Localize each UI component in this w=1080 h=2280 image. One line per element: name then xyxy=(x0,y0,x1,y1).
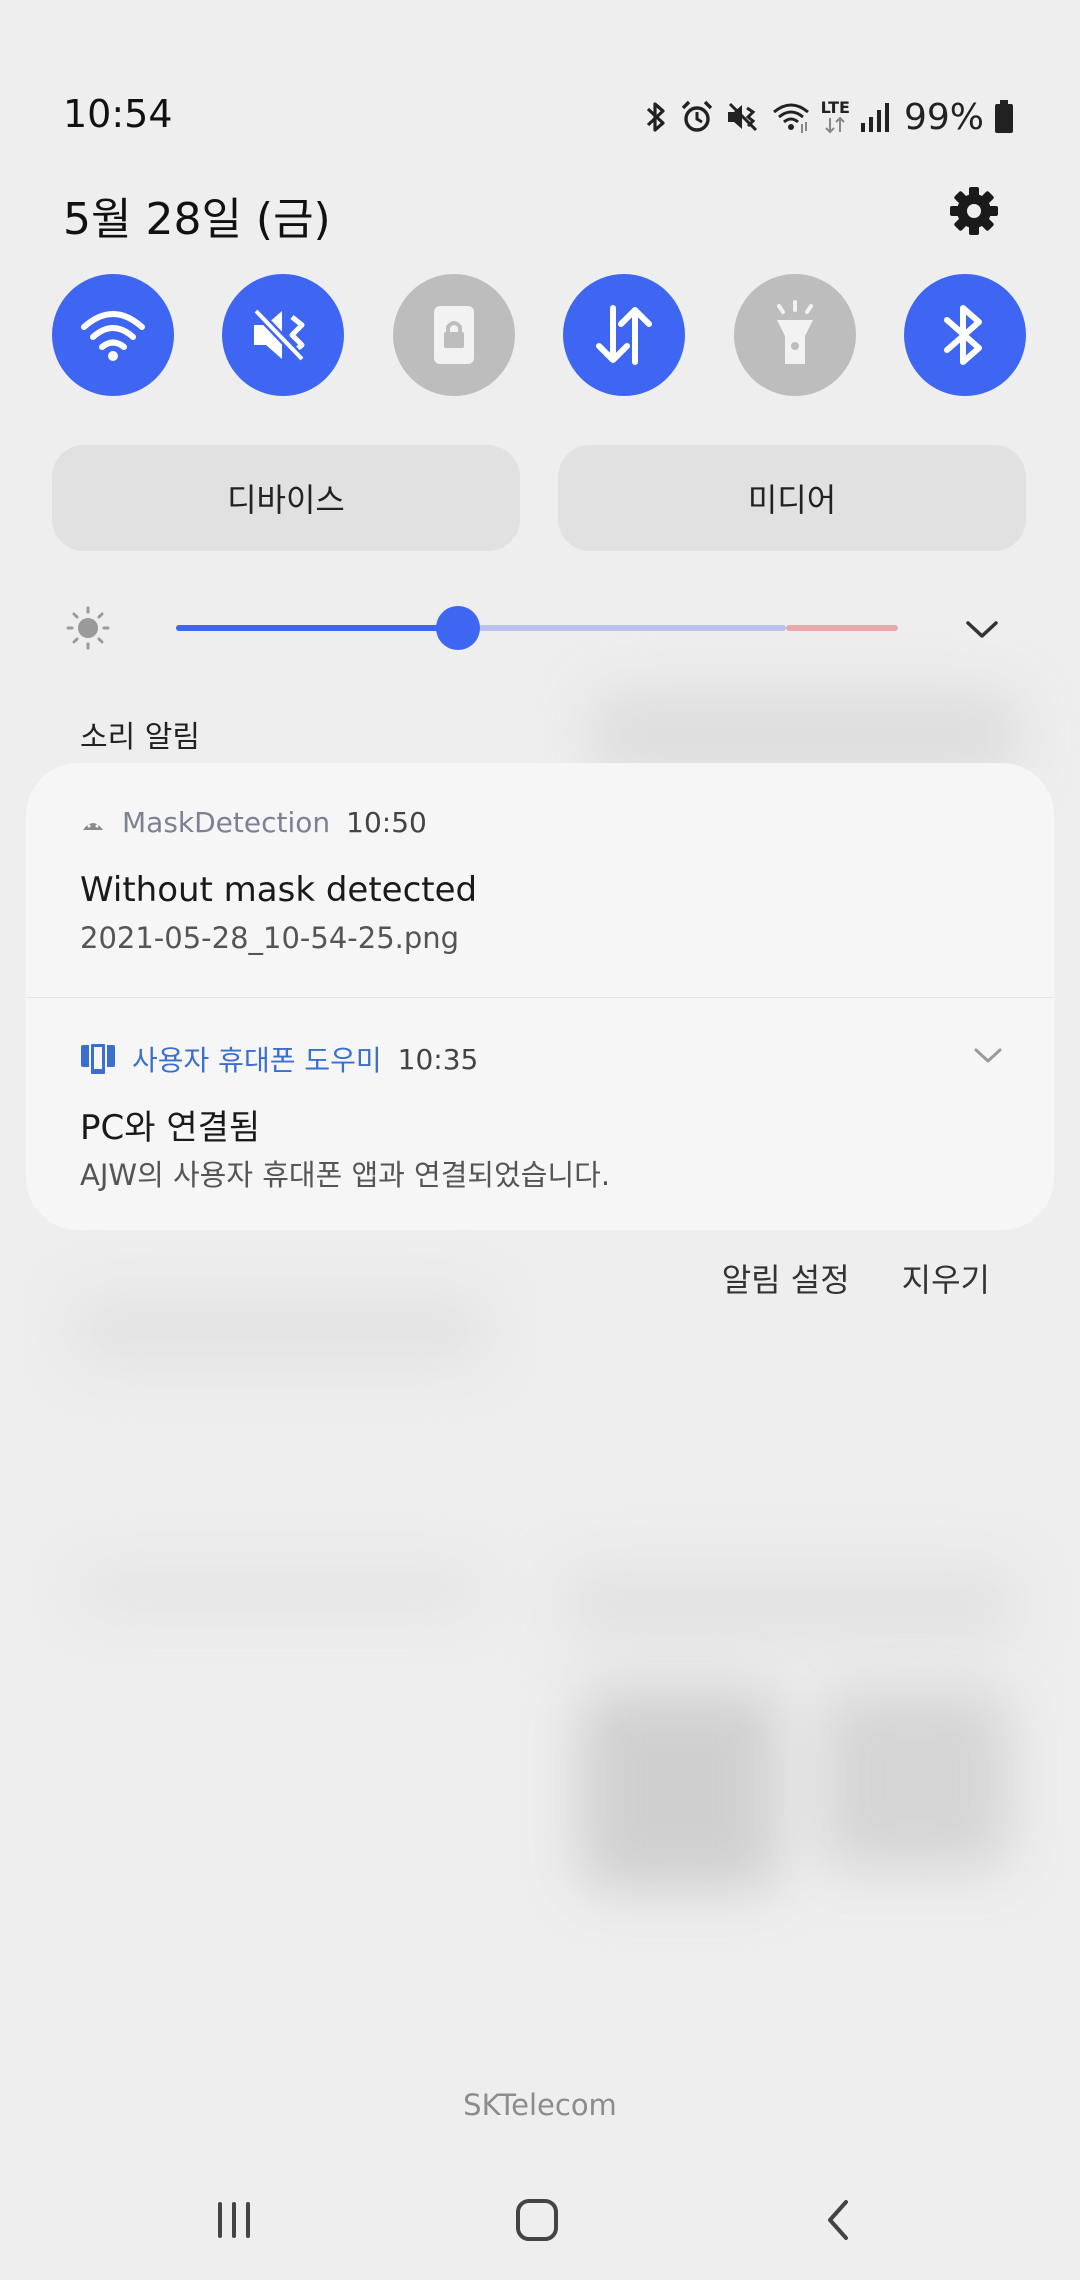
notification-body: AJW의 사용자 휴대폰 앱과 연결되었습니다. xyxy=(80,1158,611,1192)
notification-time: 10:35 xyxy=(397,1042,479,1076)
notification-settings-button[interactable]: 알림 설정 xyxy=(722,1255,850,1301)
devices-button[interactable]: 디바이스 xyxy=(52,445,520,551)
notification-item[interactable]: 사용자 휴대폰 도우미 10:35 PC와 연결됨 AJW의 사용자 휴대폰 앱… xyxy=(26,997,1054,1230)
signal-icon xyxy=(860,101,890,133)
bluetooth-toggle[interactable] xyxy=(903,274,1026,396)
flashlight-icon xyxy=(776,300,813,364)
notification-actions: 알림 설정 지우기 xyxy=(722,1255,990,1301)
quick-settings-row xyxy=(52,274,1026,396)
mute-icon xyxy=(725,100,761,134)
notification-header: MaskDetection 10:50 xyxy=(80,806,427,839)
section-label-sound-notifications: 소리 알림 xyxy=(80,720,200,755)
notification-card: MaskDetection 10:50 Without mask detecte… xyxy=(26,763,1054,1230)
lte-label: LTE xyxy=(820,98,850,117)
brightness-track-rest xyxy=(458,625,786,631)
flashlight-toggle[interactable] xyxy=(733,274,856,396)
brightness-track-filled xyxy=(176,625,458,631)
notification-item[interactable]: MaskDetection 10:50 Without mask detecte… xyxy=(26,763,1054,998)
bluetooth-icon xyxy=(943,305,982,365)
vibrate-mute-icon xyxy=(253,307,306,363)
brightness-slider[interactable] xyxy=(176,606,898,650)
brightness-thumb[interactable] xyxy=(436,606,480,650)
brightness-track-high xyxy=(786,625,898,631)
clear-all-button[interactable]: 지우기 xyxy=(902,1255,990,1301)
status-time: 10:54 xyxy=(63,92,173,136)
expand-chevron-icon[interactable] xyxy=(970,1037,1006,1077)
lte-icon: LTE xyxy=(821,100,850,134)
battery-icon xyxy=(994,100,1014,134)
media-button[interactable]: 미디어 xyxy=(558,445,1026,551)
status-icons: LTE 99% xyxy=(643,92,1014,142)
android-app-icon xyxy=(83,822,103,830)
date-label: 5월 28일 (금) xyxy=(63,194,331,245)
recent-apps-button[interactable] xyxy=(194,2180,274,2260)
wifi-icon xyxy=(81,311,145,361)
settings-gear-icon[interactable] xyxy=(946,183,1002,239)
notification-body: 2021-05-28_10-54-25.png xyxy=(80,921,460,955)
phone-companion-icon xyxy=(81,1042,115,1076)
recent-apps-icon xyxy=(218,2202,250,2238)
notification-title: Without mask detected xyxy=(80,870,478,910)
brightness-sun-icon xyxy=(66,606,110,650)
rotation-lock-toggle[interactable] xyxy=(392,274,515,396)
notification-app-name: 사용자 휴대폰 도우미 xyxy=(132,1044,382,1077)
wifi-icon xyxy=(771,100,811,134)
back-icon xyxy=(828,2200,848,2240)
wifi-toggle[interactable] xyxy=(52,274,174,396)
rotation-lock-icon xyxy=(433,306,474,364)
brightness-expand-chevron-icon[interactable] xyxy=(960,607,1004,651)
notification-app-name: MaskDetection xyxy=(122,806,331,839)
battery-percent: 99% xyxy=(903,96,984,138)
data-transfer-icon xyxy=(596,305,653,365)
navigation-bar xyxy=(0,2180,1080,2260)
notification-title: PC와 연결됨 xyxy=(80,1108,261,1148)
home-button[interactable] xyxy=(497,2180,577,2260)
carrier-label: SKTelecom xyxy=(463,2088,617,2122)
sound-mute-toggle[interactable] xyxy=(222,274,345,396)
notification-time: 10:50 xyxy=(346,806,427,839)
home-icon xyxy=(516,2199,558,2241)
back-button[interactable] xyxy=(800,2180,880,2260)
mobile-data-toggle[interactable] xyxy=(563,274,686,396)
bluetooth-icon xyxy=(643,100,669,134)
alarm-icon xyxy=(679,99,715,135)
notification-header: 사용자 휴대폰 도우미 10:35 xyxy=(80,1039,478,1079)
